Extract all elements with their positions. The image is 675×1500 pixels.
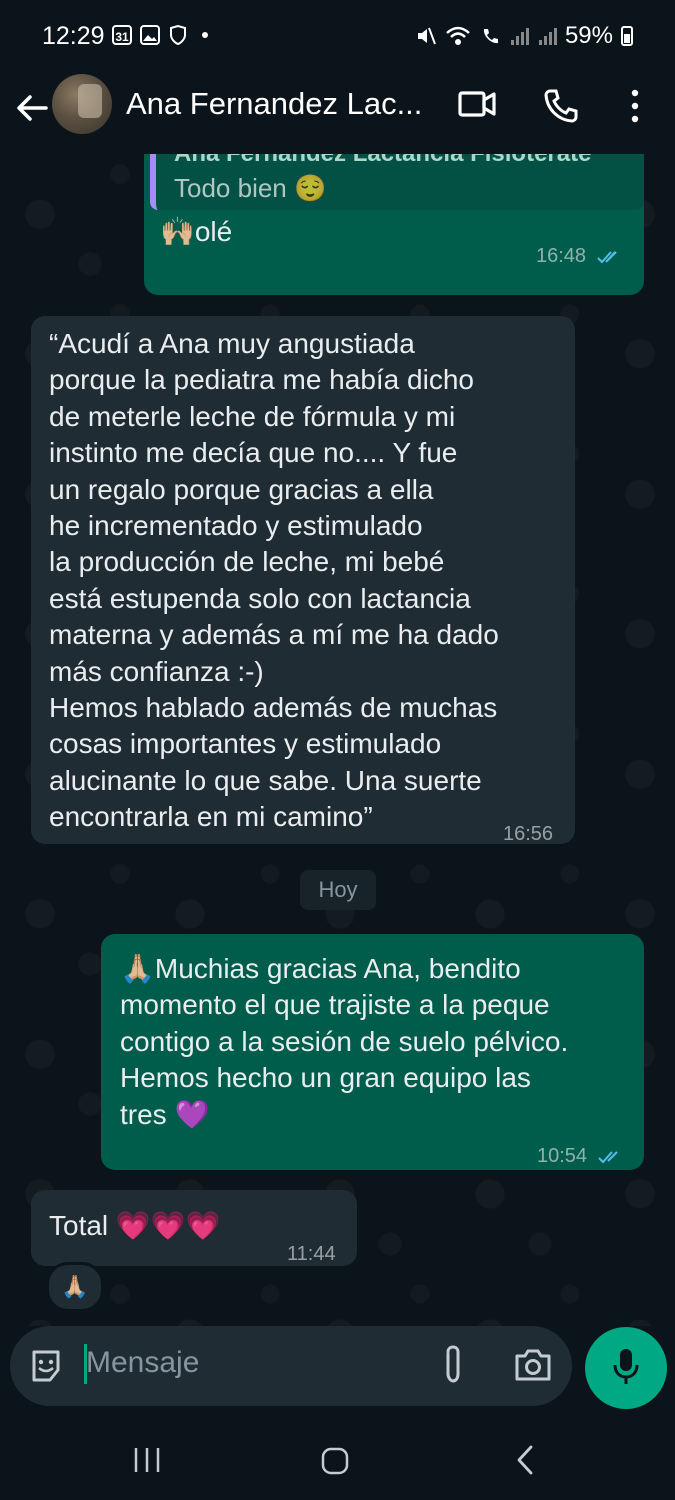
home-icon[interactable] — [320, 1446, 350, 1476]
video-call-icon[interactable] — [457, 88, 497, 120]
more-options-icon[interactable] — [624, 88, 646, 124]
quoted-text: Todo bien 😌 — [174, 173, 327, 203]
wifi-calling-icon — [483, 29, 498, 44]
status-time: 12:29 — [42, 22, 105, 50]
more-notifications-dot — [202, 32, 208, 38]
signal-2-icon — [538, 28, 557, 45]
outgoing-message[interactable]: 🙏🏼Muchias gracias Ana, bendito momento e… — [101, 934, 644, 1170]
battery-percent: 59% — [564, 22, 613, 49]
status-system-icons: 59% — [415, 22, 633, 50]
emoji-sticker-icon[interactable] — [28, 1348, 64, 1384]
read-ticks-icon — [596, 251, 617, 264]
back-arrow-icon[interactable] — [12, 88, 52, 128]
chat-area[interactable]: Ana Fernandez Lactancia Fisioterate Todo… — [0, 154, 675, 1326]
day-separator: Hoy — [300, 870, 376, 910]
message-text: Total 💗💗💗 — [49, 1210, 221, 1241]
message-time: 11:44 — [287, 1243, 336, 1265]
system-nav-bar — [0, 1412, 675, 1500]
message-text: 🙌🏼olé — [160, 216, 233, 247]
voice-call-icon[interactable] — [543, 88, 579, 124]
message-text: “Acudí a Ana muy angustiada porque la pe… — [49, 328, 499, 833]
voice-message-button[interactable] — [585, 1327, 667, 1409]
status-notification-icons: 31 — [112, 25, 208, 45]
quoted-message[interactable]: Ana Fernandez Lactancia Fisioterate Todo… — [150, 154, 644, 210]
contact-avatar[interactable] — [52, 74, 112, 134]
attach-icon[interactable] — [440, 1344, 466, 1386]
battery-icon — [621, 26, 633, 46]
shield-icon — [170, 25, 186, 45]
read-ticks-icon — [597, 1151, 618, 1164]
message-time: 16:56 — [503, 823, 554, 845]
microphone-icon — [613, 1349, 639, 1384]
calendar-icon: 31 — [112, 25, 132, 45]
message-text: 🙏🏼Muchias gracias Ana, bendito momento e… — [120, 953, 569, 1130]
wifi-icon — [446, 26, 470, 45]
gallery-icon — [140, 25, 160, 45]
message-reaction[interactable]: 🙏🏼 — [46, 1262, 104, 1312]
contact-name[interactable]: Ana Fernandez Lac... — [126, 86, 422, 122]
message-time: 16:48 — [536, 238, 624, 274]
message-time: 10:54 — [537, 1138, 625, 1174]
recent-apps-icon[interactable] — [132, 1446, 162, 1474]
mute-icon — [417, 27, 436, 45]
back-nav-icon[interactable] — [514, 1444, 536, 1476]
signal-1-icon — [510, 28, 529, 45]
message-composer: Mensaje — [10, 1326, 572, 1406]
status-bar: 12:29 31 59% — [0, 0, 675, 72]
incoming-message[interactable]: Total 💗💗💗 11:44 — [31, 1190, 357, 1266]
message-input[interactable]: Mensaje — [86, 1346, 199, 1380]
outgoing-message[interactable]: Ana Fernandez Lactancia Fisioterate Todo… — [144, 154, 644, 295]
chat-header: Ana Fernandez Lac... — [0, 72, 675, 154]
incoming-message[interactable]: “Acudí a Ana muy angustiada porque la pe… — [31, 316, 575, 845]
camera-icon[interactable] — [514, 1348, 552, 1382]
